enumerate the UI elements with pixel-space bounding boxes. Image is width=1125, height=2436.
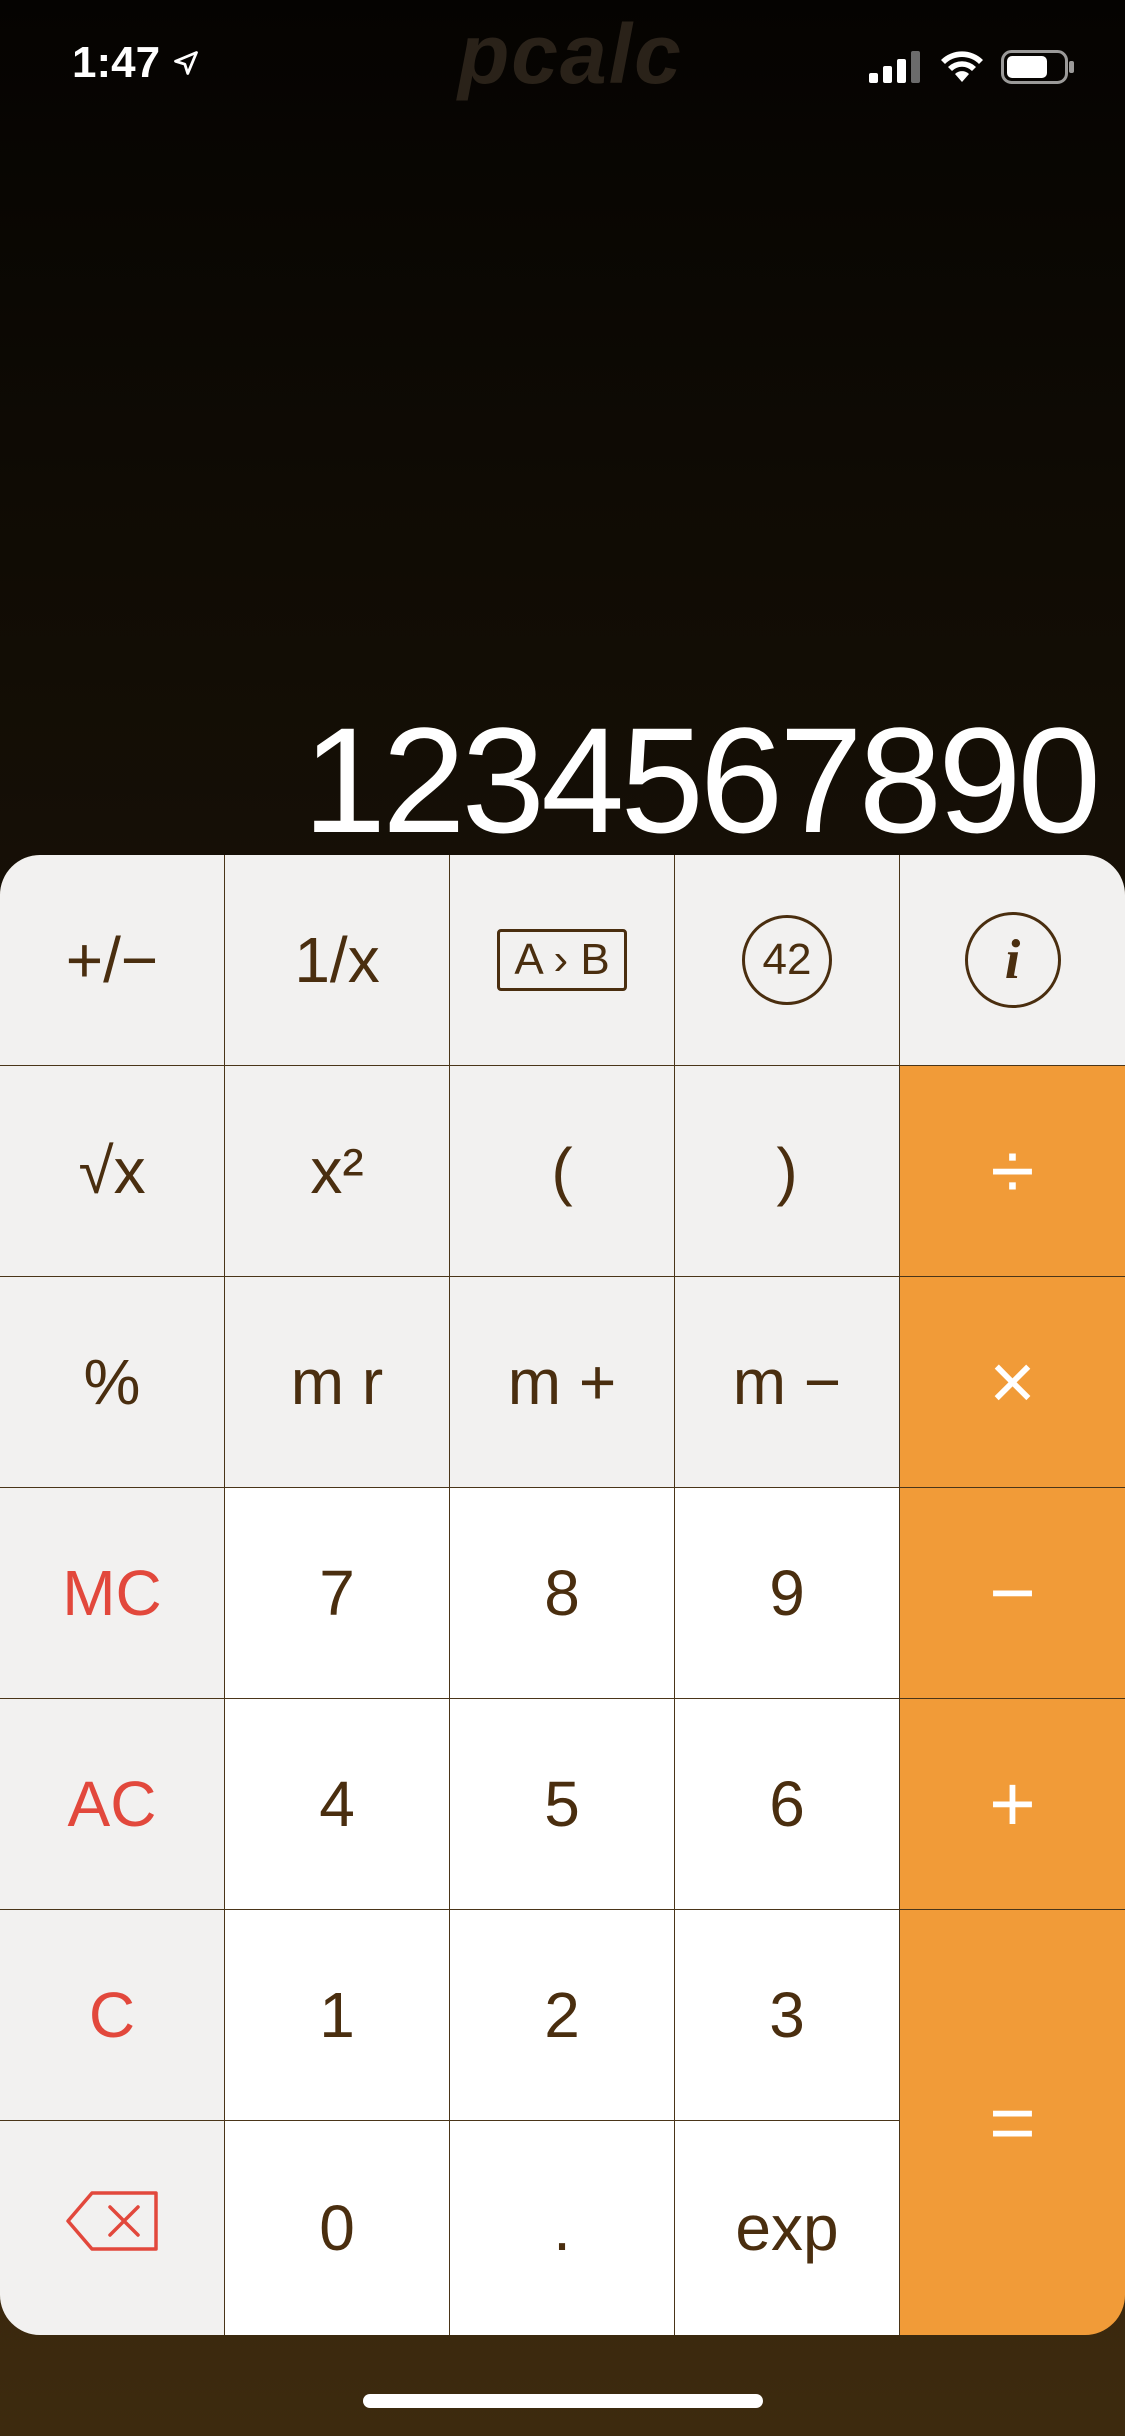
digit-7-label: 7 — [319, 1557, 355, 1629]
backspace-button[interactable] — [0, 2121, 224, 2335]
open-paren-label: ( — [551, 1135, 573, 1207]
close-paren-label: ) — [776, 1135, 798, 1207]
memory-plus-button[interactable]: m + — [450, 1277, 674, 1487]
a-to-b-button[interactable]: A › B — [450, 855, 674, 1065]
digit-4-button[interactable]: 4 — [225, 1699, 449, 1909]
location-arrow-icon — [172, 49, 200, 77]
all-clear-label: AC — [67, 1768, 157, 1840]
brand-logo: pcalc — [458, 7, 683, 101]
digit-8-button[interactable]: 8 — [450, 1488, 674, 1698]
keypad: +/− 1/x A › B 42 i √x x² ( ) ÷ % m r m +… — [0, 855, 1125, 2335]
digit-0-button[interactable]: 0 — [225, 2121, 449, 2335]
digit-3-button[interactable]: 3 — [675, 1910, 899, 2120]
decimal-label: . — [553, 2192, 571, 2264]
digit-0-label: 0 — [319, 2192, 355, 2264]
all-clear-button[interactable]: AC — [0, 1699, 224, 1909]
square-button[interactable]: x² — [225, 1066, 449, 1276]
close-paren-button[interactable]: ) — [675, 1066, 899, 1276]
percent-button[interactable]: % — [0, 1277, 224, 1487]
digit-2-button[interactable]: 2 — [450, 1910, 674, 2120]
a-to-b-label: A › B — [497, 929, 627, 991]
digit-8-label: 8 — [544, 1557, 580, 1629]
clear-button[interactable]: C — [0, 1910, 224, 2120]
status-bar: 1:47 pcalc — [0, 0, 1125, 140]
digit-4-label: 4 — [319, 1768, 355, 1840]
divide-label: ÷ — [990, 1126, 1035, 1215]
digit-1-button[interactable]: 1 — [225, 1910, 449, 2120]
add-button[interactable]: + — [900, 1699, 1125, 1909]
multiply-label: × — [989, 1337, 1036, 1426]
digit-1-label: 1 — [319, 1979, 355, 2051]
status-time: 1:47 — [72, 38, 161, 87]
digit-6-button[interactable]: 6 — [675, 1699, 899, 1909]
subtract-button[interactable]: − — [900, 1488, 1125, 1698]
sign-toggle-button[interactable]: +/− — [0, 855, 224, 1065]
memory-recall-label: m r — [290, 1346, 384, 1418]
digit-9-button[interactable]: 9 — [675, 1488, 899, 1698]
status-icons — [869, 50, 1075, 84]
digit-5-button[interactable]: 5 — [450, 1699, 674, 1909]
open-paren-button[interactable]: ( — [450, 1066, 674, 1276]
subtract-label: − — [989, 1548, 1036, 1637]
digit-2-label: 2 — [544, 1979, 580, 2051]
divide-button[interactable]: ÷ — [900, 1066, 1125, 1276]
digit-6-label: 6 — [769, 1768, 805, 1840]
memory-minus-button[interactable]: m − — [675, 1277, 899, 1487]
backspace-icon — [64, 2189, 160, 2268]
percent-label: % — [83, 1346, 141, 1418]
wifi-icon — [939, 50, 985, 84]
square-root-button[interactable]: √x — [0, 1066, 224, 1276]
digit-9-label: 9 — [769, 1557, 805, 1629]
square-root-label: √x — [78, 1135, 146, 1207]
home-indicator[interactable] — [363, 2394, 763, 2408]
info-button[interactable]: i — [900, 855, 1125, 1065]
answer-42-label: 42 — [742, 915, 832, 1005]
digit-7-button[interactable]: 7 — [225, 1488, 449, 1698]
multiply-button[interactable]: × — [900, 1277, 1125, 1487]
memory-recall-button[interactable]: m r — [225, 1277, 449, 1487]
result-display: 1234567890 — [302, 696, 1101, 864]
memory-clear-label: MC — [62, 1557, 162, 1629]
decimal-button[interactable]: . — [450, 2121, 674, 2335]
digit-3-label: 3 — [769, 1979, 805, 2051]
memory-clear-button[interactable]: MC — [0, 1488, 224, 1698]
cellular-signal-icon — [869, 51, 923, 83]
answer-42-button[interactable]: 42 — [675, 855, 899, 1065]
reciprocal-button[interactable]: 1/x — [225, 855, 449, 1065]
equals-button[interactable]: = — [900, 1910, 1125, 2335]
add-label: + — [989, 1759, 1036, 1848]
reciprocal-label: 1/x — [294, 924, 380, 996]
exp-button[interactable]: exp — [675, 2121, 899, 2335]
exp-label: exp — [735, 2192, 839, 2264]
square-label: x² — [310, 1135, 364, 1207]
info-icon: i — [964, 912, 1061, 1008]
memory-plus-label: m + — [507, 1346, 617, 1418]
equals-label: = — [989, 2077, 1036, 2167]
sign-toggle-label: +/− — [65, 924, 159, 996]
memory-minus-label: m − — [732, 1346, 842, 1418]
digit-5-label: 5 — [544, 1768, 580, 1840]
battery-icon — [1001, 50, 1075, 84]
clear-label: C — [88, 1979, 136, 2051]
status-time-group: 1:47 — [72, 38, 200, 88]
